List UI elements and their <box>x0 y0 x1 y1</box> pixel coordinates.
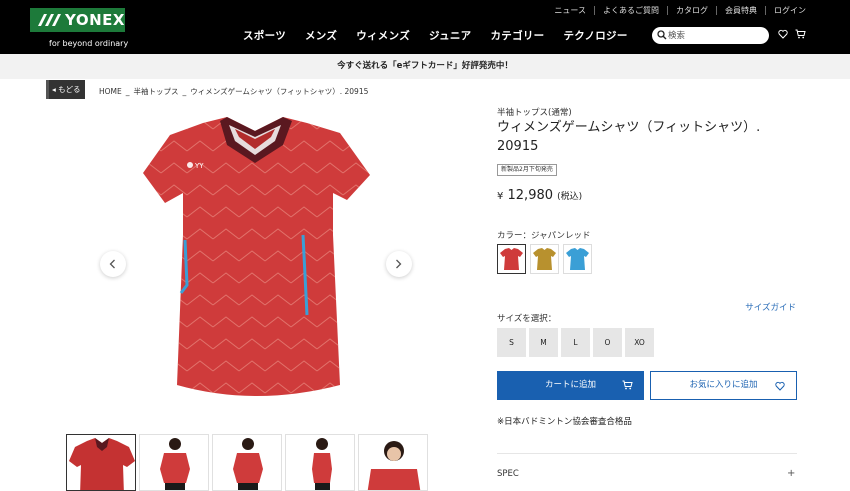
util-link-catalog[interactable]: カタログ <box>676 5 708 16</box>
util-link-login[interactable]: ログイン <box>774 5 806 16</box>
back-label: もどる <box>58 85 81 94</box>
cart-icon[interactable] <box>795 29 806 39</box>
tax-note: (税込) <box>557 192 583 202</box>
size-option-xo[interactable]: XO <box>625 328 654 357</box>
prev-image-button[interactable] <box>100 251 126 277</box>
breadcrumb-sep: _ <box>125 87 130 96</box>
add-to-favorites-label: お気に入りに追加 <box>689 380 758 390</box>
search-input[interactable] <box>668 28 763 43</box>
util-link-member[interactable]: 会員特典 <box>725 5 757 16</box>
divider <box>716 6 717 15</box>
breadcrumb-current: ウィメンズゲームシャツ（フィットシャツ）. 20915 <box>190 87 369 96</box>
yonex-logo[interactable]: YONEX for beyond ordinary <box>30 8 129 48</box>
breadcrumb-home[interactable]: HOME <box>99 87 122 96</box>
svg-text:YY: YY <box>194 162 204 170</box>
divider <box>765 6 766 15</box>
shirt-gold-swatch-icon <box>533 248 556 270</box>
divider <box>594 6 595 15</box>
price-value: 12,980 <box>507 188 554 203</box>
color-label: カラー：ジャパンレッド <box>497 231 591 241</box>
site-header: YONEX for beyond ordinary ニュース よくあるご質問 カ… <box>0 0 850 54</box>
model-thumbnail-image <box>160 438 190 490</box>
thumbnail[interactable] <box>66 434 136 491</box>
product-price: ¥ 12,980 (税込) <box>497 188 582 203</box>
size-option-l[interactable]: L <box>561 328 590 357</box>
size-option-s[interactable]: S <box>497 328 526 357</box>
shirt-red-swatch-icon <box>500 248 523 270</box>
product-category: 半袖トップス(通常) <box>497 108 572 118</box>
chevron-left-icon <box>109 259 115 269</box>
color-swatch-gold[interactable] <box>530 244 559 274</box>
main-nav: スポーツ メンズ ウィメンズ ジュニア カテゴリー テクノロジー <box>243 28 628 43</box>
util-link-faq[interactable]: よくあるご質問 <box>603 5 659 16</box>
color-swatch-blue[interactable] <box>563 244 592 274</box>
shirt-thumbnail-image <box>69 438 135 490</box>
cart-icon <box>622 380 633 390</box>
breadcrumb-category[interactable]: 半袖トップス <box>134 87 179 96</box>
size-selector: S M L O XO <box>497 328 654 357</box>
nav-item-sports[interactable]: スポーツ <box>243 28 286 43</box>
logo-badge: YONEX <box>30 8 125 32</box>
size-label: サイズを選択： <box>497 314 557 324</box>
back-button[interactable]: ◂ もどる <box>46 80 85 99</box>
product-title: ウィメンズゲームシャツ（フィットシャツ）. 20915 <box>497 120 761 154</box>
divider <box>497 453 797 454</box>
thumbnail-strip <box>66 434 428 491</box>
promo-banner[interactable]: 今すぐ送れる「eギフトカード」好評発売中！ <box>0 54 850 79</box>
logo-text: YONEX <box>65 11 125 29</box>
thumbnail[interactable] <box>139 434 209 491</box>
breadcrumb: HOME _ 半袖トップス _ ウィメンズゲームシャツ（フィットシャツ）. 20915 <box>99 86 368 97</box>
search-box <box>652 27 769 44</box>
search-icon[interactable] <box>657 30 667 40</box>
nav-item-category[interactable]: カテゴリー <box>490 28 544 43</box>
next-image-button[interactable] <box>386 251 412 277</box>
yonex-mark-icon <box>38 14 61 26</box>
breadcrumb-sep: _ <box>182 87 187 96</box>
release-badge: 新製品2月下旬発売 <box>497 164 557 176</box>
model-side-thumbnail-image <box>312 438 332 490</box>
heart-icon[interactable] <box>778 29 788 39</box>
product-main-image[interactable]: YY <box>135 115 375 410</box>
size-guide-link[interactable]: サイズガイド <box>745 301 796 313</box>
divider <box>667 6 668 15</box>
color-swatch-red[interactable] <box>497 244 526 274</box>
thumbnail[interactable] <box>285 434 355 491</box>
add-to-cart-label: カートに追加 <box>544 380 596 390</box>
plus-icon[interactable]: + <box>787 468 795 479</box>
size-option-m[interactable]: M <box>529 328 558 357</box>
nav-item-junior[interactable]: ジュニア <box>429 28 471 43</box>
shirt-blue-swatch-icon <box>566 248 589 270</box>
model-back-thumbnail-image <box>233 438 263 490</box>
add-to-favorites-button[interactable]: お気に入りに追加 <box>650 371 797 400</box>
add-to-cart-button[interactable]: カートに追加 <box>497 371 644 400</box>
model-closeup-thumbnail-image <box>367 441 421 490</box>
currency-symbol: ¥ <box>497 191 504 202</box>
nav-item-technology[interactable]: テクノロジー <box>563 28 627 43</box>
utility-nav: ニュース よくあるご質問 カタログ 会員特典 ログイン <box>554 5 806 16</box>
thumbnail[interactable] <box>212 434 282 491</box>
size-option-o[interactable]: O <box>593 328 622 357</box>
nav-item-mens[interactable]: メンズ <box>305 28 337 43</box>
logo-tagline: for beyond ordinary <box>49 39 129 48</box>
heart-icon <box>775 381 785 391</box>
nav-item-womens[interactable]: ウィメンズ <box>356 28 410 43</box>
color-swatches <box>497 244 592 274</box>
thumbnail[interactable] <box>358 434 428 491</box>
util-link-news[interactable]: ニュース <box>554 5 586 16</box>
spec-accordion-header[interactable]: SPEC <box>497 469 519 479</box>
chevron-right-icon <box>396 259 402 269</box>
certification-note: ※日本バドミントン協会審査合格品 <box>497 417 632 427</box>
